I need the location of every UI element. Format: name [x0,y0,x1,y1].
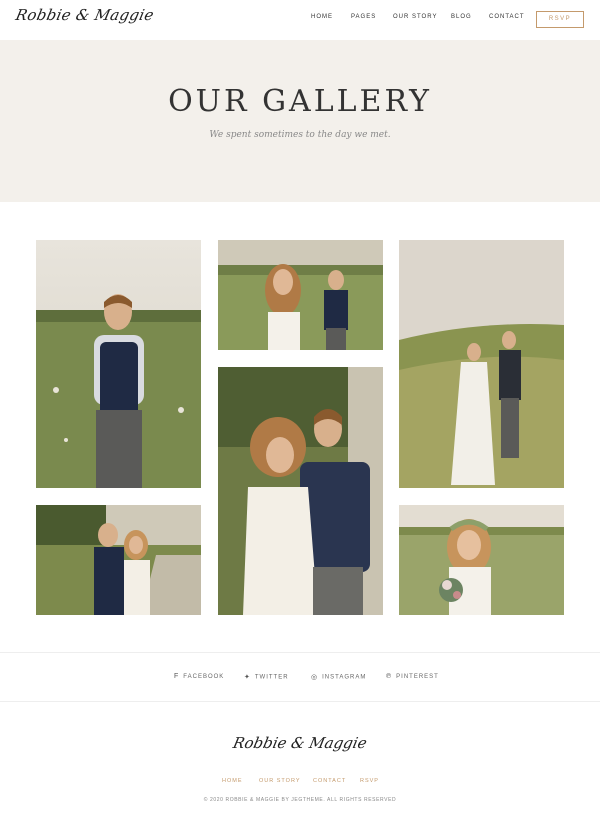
gallery-photo-couple-meadow[interactable] [218,240,383,350]
social-links-bar: f FACEBOOK ✦ TWITTER ◎ INSTAGRAM ℗ PINTEREST [0,652,600,702]
copyright-text: © 2020 ROBBIE & MAGGIE BY JEGTHEME. ALL … [203,797,397,803]
nav-home[interactable]: HOME [311,14,333,20]
gallery-photo-couple-hill[interactable] [399,240,564,488]
footer-link-home[interactable]: HOME [222,778,243,784]
footer-link-contact[interactable]: CONTACT [313,778,346,784]
hero-section: OUR GALLERY We spent sometimes to the da… [0,40,600,202]
social-twitter[interactable]: ✦ TWITTER [244,673,289,681]
facebook-icon: f [174,673,180,680]
social-instagram[interactable]: ◎ INSTAGRAM [311,673,366,681]
gallery-photo-groom-portrait[interactable] [36,240,201,488]
gallery-photo-couple-road[interactable] [36,505,201,615]
footer-link-our-story[interactable]: OUR STORY [259,778,301,784]
nav-pages[interactable]: PAGES [351,14,376,20]
social-instagram-label: INSTAGRAM [322,674,367,681]
nav-our-story[interactable]: OUR STORY [393,14,437,20]
gallery-photo-couple-embrace[interactable] [218,367,383,615]
page-subtitle: We spent sometimes to the day we met. [209,130,391,140]
social-pinterest-label: PINTEREST [396,674,439,681]
social-facebook-label: FACEBOOK [183,674,225,681]
footer-link-rsvp[interactable]: RSVP [360,778,379,784]
nav-blog[interactable]: BLOG [451,14,472,20]
social-twitter-label: TWITTER [254,674,289,681]
twitter-icon: ✦ [244,674,251,681]
nav-contact[interactable]: CONTACT [489,14,525,20]
site-header: Robbie & Maggie HOME PAGES OUR STORY BLO… [0,0,600,40]
gallery-photo-bride-bouquet[interactable] [399,505,564,615]
page-title: OUR GALLERY [168,84,432,119]
rsvp-button[interactable]: RSVP [536,11,584,28]
footer-nav: HOME OUR STORY CONTACT RSVP [0,778,600,788]
pinterest-icon: ℗ [386,673,393,680]
social-facebook[interactable]: f FACEBOOK [174,673,224,680]
instagram-icon: ◎ [311,674,319,681]
social-pinterest[interactable]: ℗ PINTEREST [386,673,439,680]
footer-logo[interactable]: Robbie & Maggie [0,734,600,752]
main-nav: HOME PAGES OUR STORY BLOG CONTACT [0,14,600,28]
